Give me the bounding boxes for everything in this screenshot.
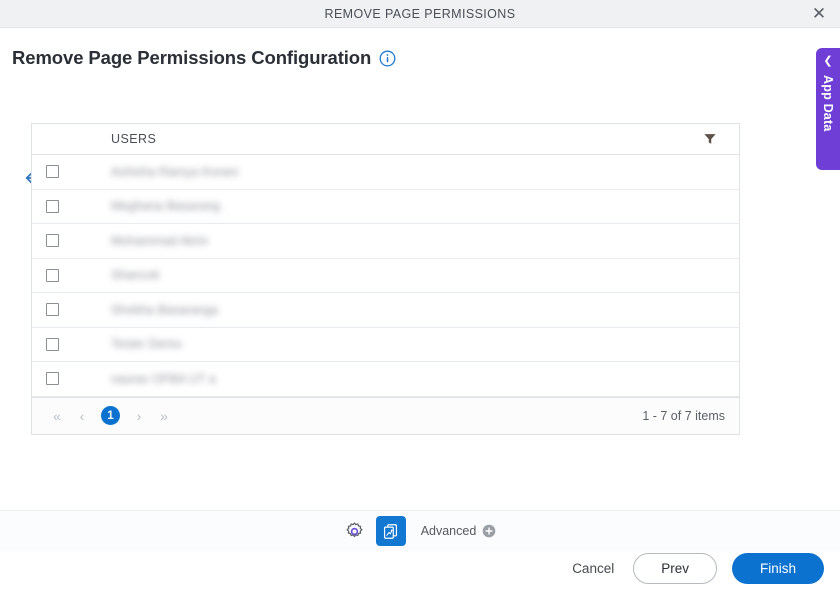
row-checkbox[interactable] xyxy=(46,337,59,351)
users-grid: USERS Ashisha Ramya Korani Meghana Basar… xyxy=(31,123,740,435)
bottom-toolbar: Advanced xyxy=(0,510,840,551)
row-user-cell: saurav OFBA UT a xyxy=(111,362,739,396)
user-name: Shobha Basaranga xyxy=(111,302,219,317)
prev-button[interactable]: Prev xyxy=(633,553,717,584)
user-name: Ashisha Ramya Korani xyxy=(111,164,239,179)
row-checkbox-cell xyxy=(32,268,111,282)
dialog-actions: Cancel Prev Finish xyxy=(568,553,824,584)
row-user-cell: Mohammad Akrin xyxy=(111,224,739,258)
grid-header-row: USERS xyxy=(32,124,739,155)
grid-header-users: USERS xyxy=(111,132,157,146)
user-name: Meghana Basarang xyxy=(111,199,221,214)
app-data-panel-tab[interactable]: ❮ App Data xyxy=(816,48,840,170)
row-checkbox[interactable] xyxy=(46,199,59,213)
info-circle-icon[interactable] xyxy=(379,50,396,67)
close-icon[interactable]: ✕ xyxy=(808,3,830,25)
row-checkbox-cell xyxy=(32,199,111,213)
app-data-label: App Data xyxy=(821,75,835,132)
chevron-double-right-icon[interactable]: » xyxy=(153,405,175,427)
row-checkbox-cell xyxy=(32,372,111,386)
user-name: saurav OFBA UT a xyxy=(111,371,216,386)
pager-summary: 1 - 7 of 7 items xyxy=(642,408,725,423)
row-checkbox-cell xyxy=(32,165,111,179)
row-checkbox-cell xyxy=(32,337,111,351)
page-title: Remove Page Permissions Configuration xyxy=(12,47,372,68)
table-row[interactable]: Ashisha Ramya Korani xyxy=(32,155,739,190)
window-titlebar: REMOVE PAGE PERMISSIONS ✕ xyxy=(0,0,840,28)
copy-pages-icon[interactable] xyxy=(375,516,406,546)
pager-page-1[interactable]: 1 xyxy=(101,406,120,425)
row-user-cell: Meghana Basarang xyxy=(111,190,739,224)
row-user-cell: Ashisha Ramya Korani xyxy=(111,155,739,189)
row-user-cell: Shobha Basaranga xyxy=(111,293,739,327)
table-row[interactable]: Shancok xyxy=(32,259,739,293)
chevron-left-icon: ❮ xyxy=(823,55,833,67)
row-checkbox[interactable] xyxy=(46,303,59,317)
pager-buttons: « ‹ 1 › » xyxy=(46,405,175,427)
plus-circle-icon[interactable] xyxy=(482,524,496,538)
row-user-cell: Shancok xyxy=(111,259,739,293)
advanced-label: Advanced xyxy=(420,524,477,538)
row-user-cell: Tester Demo xyxy=(111,328,739,362)
chevron-left-icon[interactable]: ‹ xyxy=(71,405,93,427)
table-row[interactable]: Shobha Basaranga xyxy=(32,293,739,328)
table-row[interactable]: Tester Demo xyxy=(32,328,739,362)
chevron-double-left-icon[interactable]: « xyxy=(46,405,68,427)
grid-pager: « ‹ 1 › » 1 - 7 of 7 items xyxy=(32,396,739,434)
gear-icon[interactable] xyxy=(344,521,365,542)
page-heading: Remove Page Permissions Configuration xyxy=(12,47,396,69)
row-checkbox[interactable] xyxy=(46,372,59,386)
user-name: Mohammad Akrin xyxy=(111,233,209,248)
row-checkbox[interactable] xyxy=(46,234,59,248)
cancel-button[interactable]: Cancel xyxy=(568,555,618,582)
row-checkbox-cell xyxy=(32,234,111,248)
advanced-control[interactable]: Advanced xyxy=(421,524,497,538)
row-checkbox[interactable] xyxy=(46,165,59,179)
table-row[interactable]: Mohammad Akrin xyxy=(32,224,739,259)
finish-button[interactable]: Finish xyxy=(731,553,824,584)
chevron-right-icon[interactable]: › xyxy=(128,405,150,427)
user-name: Tester Demo xyxy=(111,337,182,352)
row-checkbox[interactable] xyxy=(46,268,59,282)
window-title: REMOVE PAGE PERMISSIONS xyxy=(324,6,516,21)
row-checkbox-cell xyxy=(32,303,111,317)
user-name: Shancok xyxy=(111,268,160,283)
table-row[interactable]: Meghana Basarang xyxy=(32,190,739,224)
table-row[interactable]: saurav OFBA UT a xyxy=(32,362,739,397)
